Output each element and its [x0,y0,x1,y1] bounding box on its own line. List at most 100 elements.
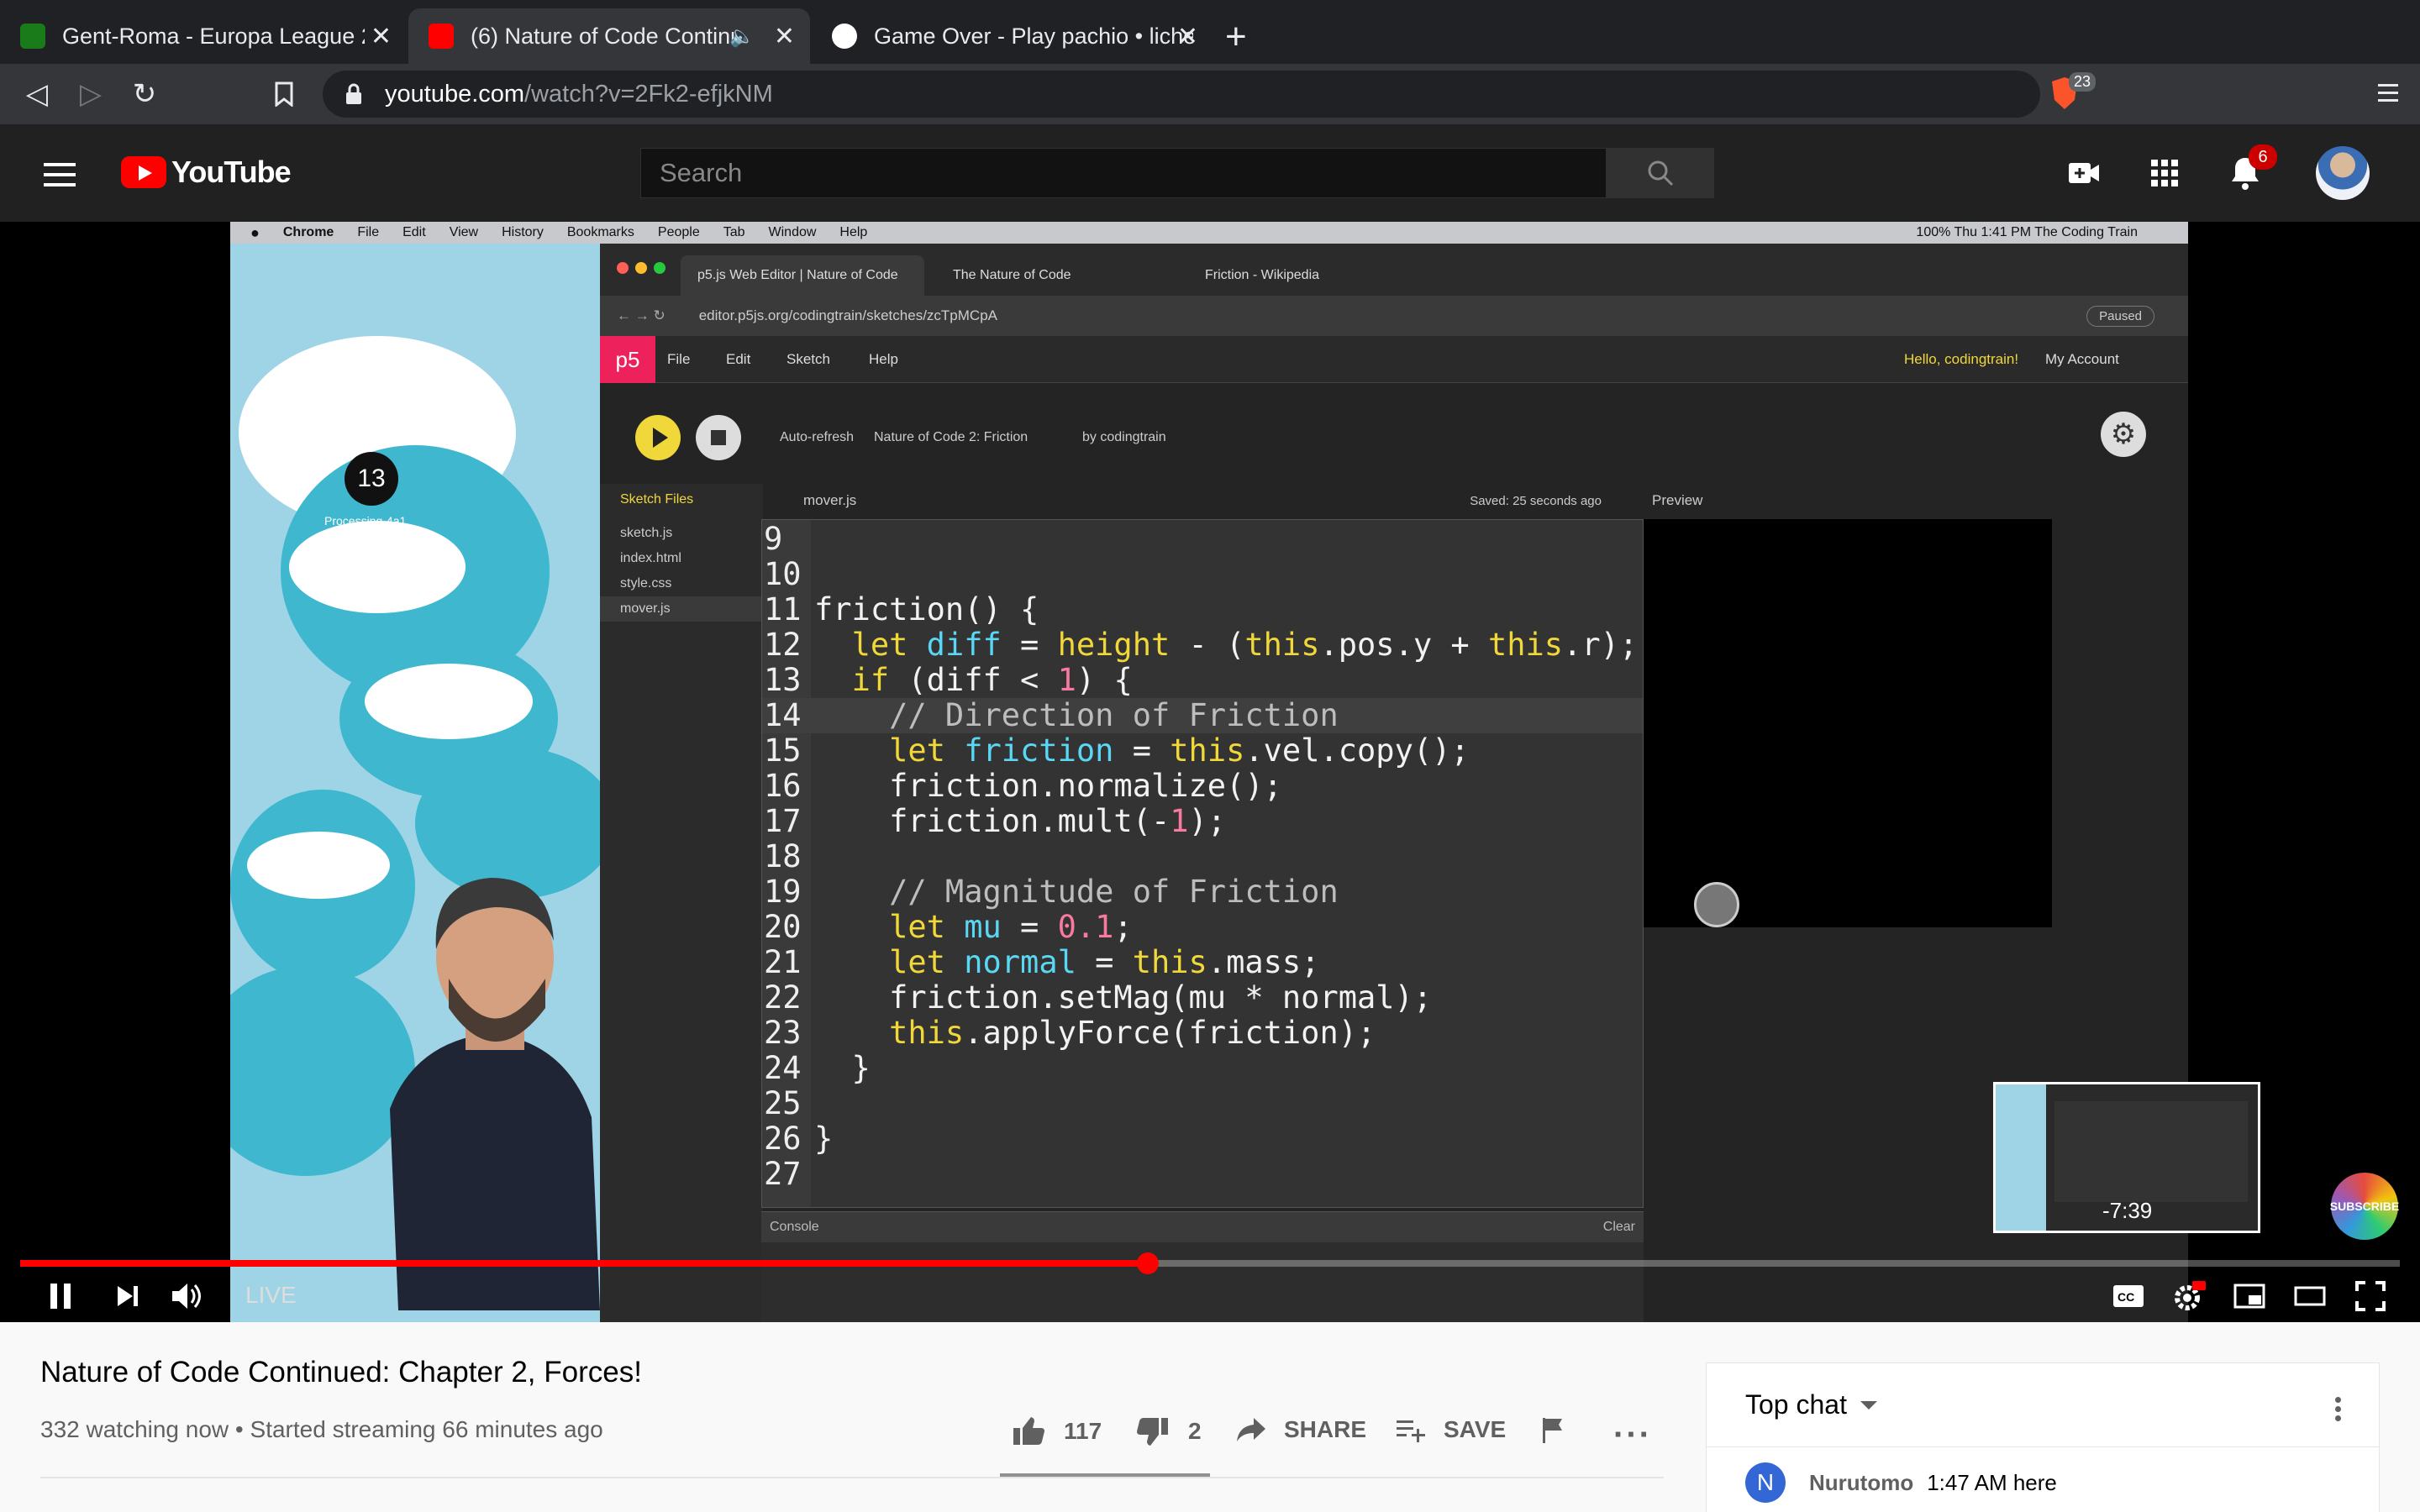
browser-tab-3[interactable]: Game Over - Play pachio • lichess ✕ [812,8,1213,64]
code-line: 26} [764,1121,834,1157]
inner-tab-nature-of-code: The Nature of Code [953,268,1071,282]
next-button[interactable] [109,1275,146,1317]
search-button[interactable] [1607,148,1714,198]
address-bar[interactable]: youtube.com/watch?v=2Fk2-efjkNM [323,71,2040,118]
code-line: 19 // Magnitude of Friction [764,874,1339,910]
miniplayer-icon [2233,1284,2265,1309]
code-line: 17 friction.mult(-1); [764,803,1227,839]
dislike-button[interactable]: 2 [1136,1416,1202,1446]
line-number: 12 [764,627,802,663]
subscribe-watermark-button[interactable]: SUBSCRIBE [2330,1173,2399,1240]
fullscreen-button[interactable] [2349,1275,2391,1317]
settings-gear-icon [2175,1281,2206,1310]
url-path: /watch?v=2Fk2-efjkNM [524,80,773,108]
fullscreen-icon [2355,1281,2386,1311]
settings-button[interactable] [2168,1275,2210,1317]
captions-button[interactable]: CC [2107,1275,2149,1317]
chat-menu-icon[interactable] [2335,1394,2342,1425]
chat-message: N Nurutomo 1:47 AM here [1745,1462,2057,1503]
share-button[interactable]: SHARE [1235,1416,1366,1443]
line-number: 9 [764,521,783,557]
close-tab-icon[interactable]: ✕ [774,22,795,51]
theater-mode-button[interactable] [2289,1275,2331,1317]
inner-paused-badge: Paused [2086,305,2154,327]
line-number: 18 [764,838,802,874]
code-line: 13 if (diff < 1) { [764,662,1133,698]
inner-address-bar: ← → ↻ editor.p5js.org/codingtrain/sketch… [600,296,2188,336]
code-line: 20 let mu = 0.1; [764,909,1133,945]
search-icon [1648,160,1674,186]
youtube-logo[interactable]: YouTube [121,155,292,190]
url-host: youtube.com [385,80,525,108]
tab-favicon-icon [20,24,45,49]
p5-stop-icon [696,415,741,460]
close-tab-icon[interactable]: ✕ [1177,22,1198,51]
recorded-mac-menubar: ● Chrome File Edit View History Bookmark… [230,222,2188,244]
line-number: 13 [764,662,802,698]
p5-logo: p5 [600,336,655,383]
volume-icon [172,1284,201,1309]
save-button[interactable]: SAVE [1395,1416,1506,1443]
processing-logo-caption: Processing-4a1 [324,514,407,528]
playlist-add-icon [1397,1420,1425,1442]
forward-icon[interactable]: ▷ [74,77,108,111]
video-player[interactable]: ● Chrome File Edit View History Bookmark… [0,222,2420,1322]
close-tab-icon[interactable]: ✕ [371,22,392,51]
line-number: 21 [764,944,802,980]
recorded-browser-window: p5.js Web Editor | Nature of Code The Na… [600,244,2188,1322]
code-line: 22 friction.setMag(mu * normal); [764,979,1433,1016]
line-number: 17 [764,803,802,839]
live-indicator[interactable]: LIVE [245,1282,297,1309]
p5-settings-gear-icon: ⚙ [2101,412,2146,457]
browser-tab-1[interactable]: Gent-Roma - Europa League 2020 ✕ [0,8,407,64]
code-line: 16 friction.normalize(); [764,768,1282,804]
youtube-favicon-icon [429,24,454,49]
lock-icon [346,83,361,104]
browser-tab-2[interactable]: (6) Nature of Code Continued 🔈 ✕ [408,8,810,64]
reload-icon[interactable]: ↻ [128,77,161,111]
mac-status-items: 100% Thu 1:41 PM The Coding Train [1916,225,2138,239]
pause-button[interactable] [42,1275,79,1317]
theater-mode-icon [2294,1286,2326,1306]
inner-tab-wikipedia: Friction - Wikipedia [1205,268,1320,282]
back-icon[interactable]: ◁ [20,77,54,111]
progress-bar[interactable] [20,1252,2400,1274]
miniplayer-button[interactable] [2228,1275,2270,1317]
inner-tab-p5: p5.js Web Editor | Nature of Code [681,255,924,296]
volume-button[interactable] [166,1275,208,1317]
apps-grid-icon[interactable] [2146,155,2183,192]
share-arrow-icon [1237,1418,1265,1441]
new-tab-icon[interactable]: + [1225,18,1247,55]
illustrated-background: 13 Processing-4a1 [230,244,600,1322]
code-line: 12 let diff = height - (this.pos.y + thi… [764,627,1639,663]
account-avatar[interactable] [2316,146,2370,200]
chat-mode-dropdown[interactable]: Top chat [1707,1363,2379,1447]
more-actions-button[interactable]: ··· [1613,1416,1652,1454]
bookmark-icon[interactable] [267,77,301,111]
mute-tab-icon[interactable]: 🔈 [729,24,755,49]
code-line: 23 this.applyForce(friction); [764,1015,1376,1051]
code-line: 18 [762,838,1643,874]
code-line: 25 [762,1085,1643,1121]
svg-text:CC: CC [2118,1290,2134,1304]
scrub-preview-time: -7:39 [2102,1198,2153,1223]
skip-next-icon [118,1286,138,1306]
browser-menu-icon[interactable] [2378,79,2398,107]
more-horizontal-icon: ··· [1613,1416,1652,1453]
shields-count-badge: 23 [2069,72,2096,92]
video-title: Nature of Code Continued: Chapter 2, For… [40,1356,642,1389]
dropdown-caret-icon [1860,1400,1877,1410]
like-button[interactable]: 117 [1012,1416,1102,1446]
pause-icon [50,1284,71,1309]
create-video-icon[interactable] [2065,155,2102,192]
code-line: 14 // Direction of Friction [762,698,1643,733]
video-frame[interactable]: ● Chrome File Edit View History Bookmark… [230,222,2188,1322]
line-number: 15 [764,732,802,769]
search-input[interactable]: Search [640,148,1607,198]
processing-logo: 13 [345,452,398,506]
code-line: 11 friction() { [764,591,1039,627]
report-button[interactable] [1541,1416,1565,1443]
line-number: 25 [764,1085,802,1121]
line-number: 23 [764,1015,802,1051]
guide-menu-icon[interactable] [44,156,76,193]
